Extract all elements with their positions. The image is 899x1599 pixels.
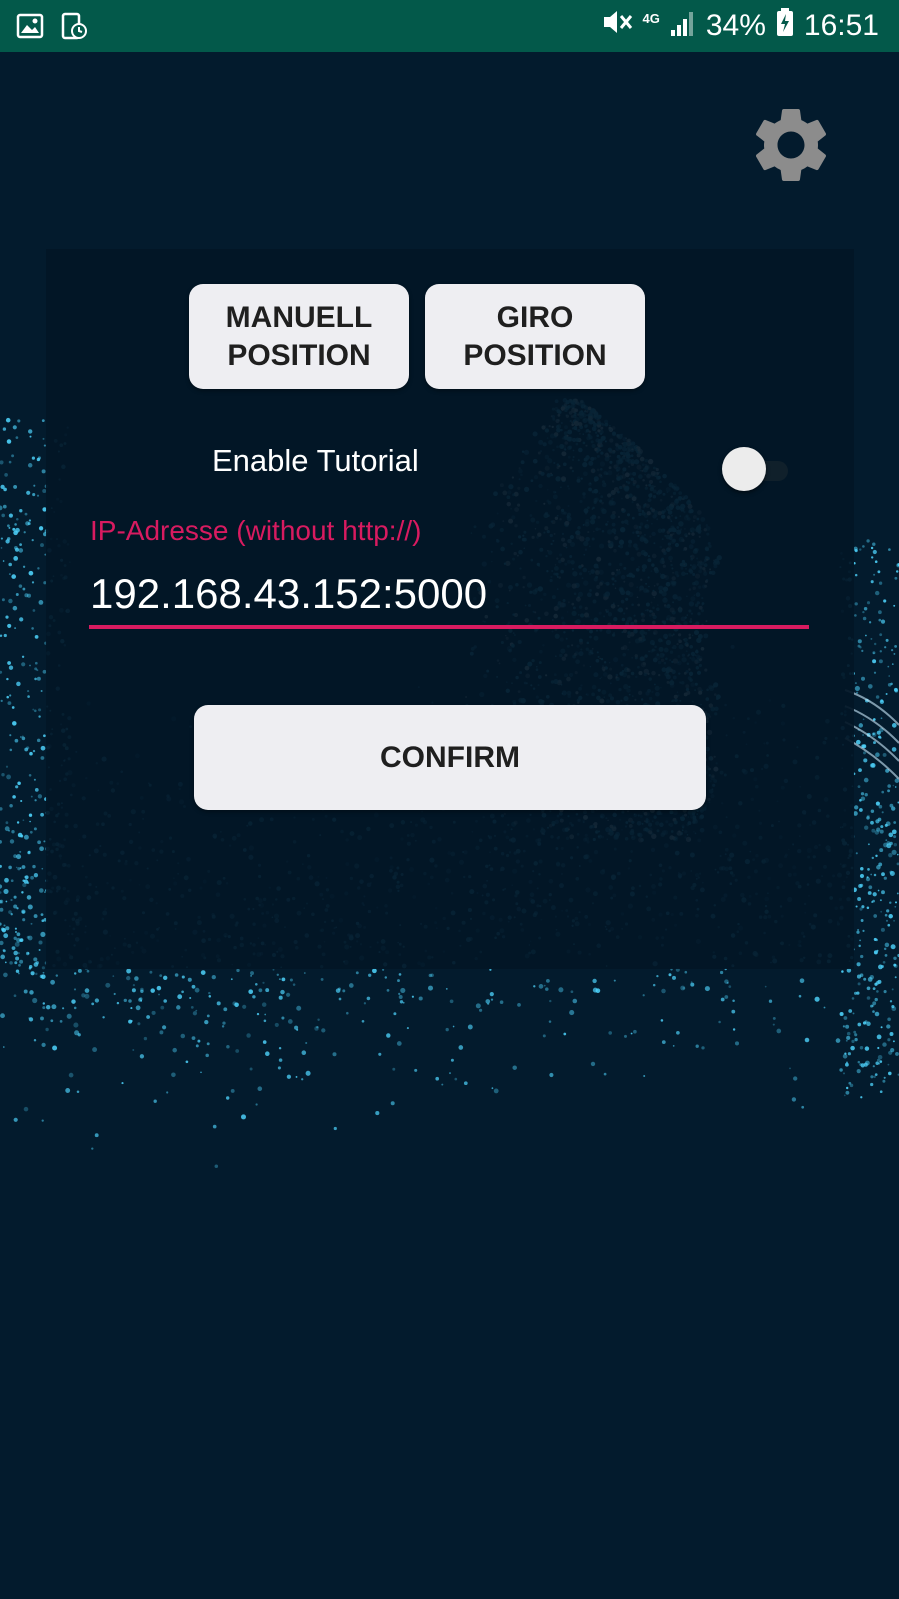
confirm-label: CONFIRM	[380, 740, 520, 774]
ip-address-label: IP-Adresse (without http://)	[90, 515, 422, 546]
mute-icon	[601, 7, 633, 45]
manual-position-label-line2: POSITION	[227, 338, 371, 372]
gallery-icon	[16, 12, 44, 45]
toggle-thumb[interactable]	[722, 447, 766, 491]
battery-charging-icon	[776, 7, 794, 45]
giro-position-label-line1: GIRO	[496, 300, 574, 334]
screen-recorder-icon	[60, 12, 88, 45]
enable-tutorial-label: Enable Tutorial	[212, 443, 419, 478]
manual-position-button[interactable]: MANUELL POSITION	[189, 284, 409, 389]
network-type-label: 4G	[642, 10, 660, 26]
settings-button[interactable]	[746, 100, 836, 190]
battery-percentage: 34%	[705, 9, 766, 42]
manual-position-label-line1: MANUELL	[225, 300, 373, 334]
tutorial-toggle[interactable]	[720, 447, 790, 491]
giro-position-label-line2: POSITION	[463, 338, 607, 372]
giro-position-button[interactable]: GIRO POSITION	[425, 284, 645, 389]
ip-address-input[interactable]	[90, 566, 808, 622]
clock: 16:51	[803, 9, 879, 42]
gear-icon	[755, 109, 827, 181]
confirm-button[interactable]: CONFIRM	[194, 705, 706, 810]
status-bar: 4G 34% 16:51	[0, 0, 899, 52]
signal-icon	[670, 8, 696, 44]
ip-input-underline	[89, 625, 809, 629]
